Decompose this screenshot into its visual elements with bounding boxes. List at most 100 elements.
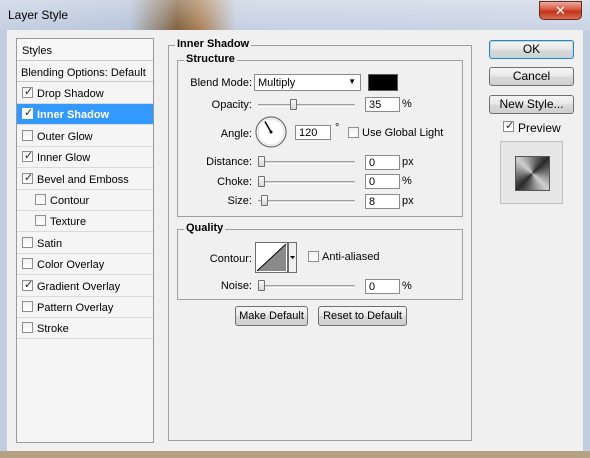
blending-options-item[interactable]: Blending Options: Default — [17, 61, 153, 82]
use-global-light-label: Use Global Light — [362, 127, 444, 139]
opacity-slider-thumb[interactable] — [289, 99, 297, 110]
distance-slider-track[interactable] — [258, 161, 355, 164]
choke-slider-thumb[interactable] — [258, 176, 265, 187]
style-item[interactable]: ✓ Inner Glow — [17, 147, 153, 169]
opacity-unit: % — [402, 98, 412, 110]
style-item-label: Drop Shadow — [37, 88, 104, 100]
style-item[interactable]: Contour — [17, 190, 153, 211]
window-frame-bottom — [0, 451, 590, 458]
style-item-checkbox[interactable]: ✓ — [22, 149, 33, 163]
use-global-light-checkbox[interactable] — [348, 127, 359, 138]
window-frame-right — [583, 30, 590, 458]
opacity-slider-track[interactable] — [258, 104, 355, 107]
anti-aliased-label: Anti-aliased — [322, 251, 380, 263]
style-item-label: Inner Glow — [37, 152, 91, 165]
checkmark-icon: ✓ — [24, 277, 34, 291]
style-item[interactable]: ✓ Drop Shadow — [17, 83, 153, 104]
structure-title: Structure — [184, 53, 237, 65]
size-slider-thumb[interactable] — [260, 195, 268, 206]
style-item-checkbox[interactable] — [22, 258, 33, 270]
style-item-checkbox[interactable] — [35, 215, 46, 227]
ok-button[interactable]: OK — [489, 40, 574, 59]
contour-label: Contour: — [209, 253, 252, 265]
new-style-button[interactable]: New Style... — [489, 95, 574, 114]
angle-dial[interactable] — [254, 115, 288, 149]
style-preview-swatch — [515, 156, 550, 191]
inner-shadow-group: Inner Shadow Structure Blend Mode: Multi… — [168, 38, 472, 441]
layer-style-dialog: Layer Style ✕ Styles Blending Options: D… — [0, 0, 590, 458]
noise-slider-thumb[interactable] — [258, 280, 265, 291]
checkmark-icon: ✓ — [505, 119, 515, 132]
chevron-down-icon: ▼ — [348, 77, 356, 86]
noise-input[interactable]: 0 — [365, 279, 400, 294]
style-item[interactable]: Satin — [17, 233, 153, 254]
style-item-label: Gradient Overlay — [37, 280, 121, 293]
style-item[interactable]: Stroke — [17, 318, 153, 340]
style-item[interactable]: Pattern Overlay — [17, 297, 153, 318]
opacity-input[interactable]: 35 — [365, 97, 400, 112]
styles-header[interactable]: Styles — [17, 39, 153, 61]
blend-mode-select[interactable]: Multiply ▼ — [254, 74, 361, 91]
preview-label: Preview — [518, 121, 561, 135]
style-item[interactable]: Color Overlay — [17, 254, 153, 276]
inner-shadow-title: Inner Shadow — [175, 38, 252, 50]
size-label: Size: — [227, 195, 252, 207]
style-item-label: Outer Glow — [37, 130, 93, 143]
style-item[interactable]: ✓ Bevel and Emboss — [17, 169, 153, 190]
size-input[interactable]: 8 — [365, 194, 400, 209]
distance-unit: px — [402, 156, 414, 168]
style-item[interactable]: ✓ Inner Shadow — [17, 104, 153, 126]
style-item[interactable]: ✓ Gradient Overlay — [17, 276, 153, 297]
angle-label: Angle: — [220, 128, 252, 140]
style-item[interactable]: Outer Glow — [17, 126, 153, 147]
angle-dial-icon — [255, 116, 287, 148]
blend-mode-label: Blend Mode: — [190, 77, 252, 89]
noise-slider-track[interactable] — [258, 285, 355, 288]
style-item-checkbox[interactable]: ✓ — [22, 277, 34, 291]
style-item-label: Color Overlay — [37, 259, 105, 272]
quality-group: Quality Contour: Anti-aliased Noise: 0 % — [177, 222, 463, 300]
shadow-color-swatch[interactable] — [368, 74, 398, 91]
close-icon: ✕ — [555, 4, 566, 19]
quality-title: Quality — [184, 222, 226, 234]
reset-to-default-button[interactable]: Reset to Default — [318, 306, 407, 326]
style-item-checkbox[interactable] — [22, 236, 33, 248]
close-button[interactable]: ✕ — [539, 1, 582, 20]
anti-aliased-checkbox[interactable] — [308, 251, 319, 262]
contour-preview-icon — [255, 242, 297, 273]
style-item-label: Pattern Overlay — [37, 302, 114, 314]
style-item-checkbox[interactable]: ✓ — [22, 170, 34, 184]
angle-input[interactable]: 120 — [295, 125, 331, 140]
style-preview — [500, 141, 563, 204]
style-item-checkbox[interactable] — [22, 129, 33, 141]
distance-slider-thumb[interactable] — [258, 156, 265, 167]
style-item-checkbox[interactable] — [22, 301, 33, 312]
angle-unit: ° — [335, 122, 340, 134]
noise-label: Noise: — [220, 280, 252, 292]
opacity-label: Opacity: — [211, 99, 252, 111]
style-item-checkbox[interactable]: ✓ — [22, 106, 33, 120]
style-item-checkbox[interactable] — [35, 194, 46, 205]
contour-picker[interactable] — [255, 242, 297, 273]
choke-input[interactable]: 0 — [365, 174, 400, 189]
window-title: Layer Style — [8, 8, 69, 22]
style-item[interactable]: Texture — [17, 211, 153, 233]
size-slider-track[interactable] — [258, 200, 355, 203]
choke-label: Choke: — [217, 176, 252, 188]
style-item-label: Stroke — [37, 323, 69, 336]
structure-group: Structure Blend Mode: Multiply ▼ Opacity… — [177, 53, 463, 217]
noise-unit: % — [402, 280, 412, 292]
preview-checkbox[interactable]: ✓ — [503, 119, 515, 132]
choke-slider-track[interactable] — [258, 181, 355, 184]
style-item-label: Satin — [37, 237, 63, 250]
make-default-button[interactable]: Make Default — [235, 306, 308, 326]
style-item-checkbox[interactable] — [22, 322, 33, 334]
title-bar[interactable]: Layer Style ✕ — [0, 0, 590, 30]
distance-input[interactable]: 0 — [365, 155, 400, 170]
choke-unit: % — [402, 175, 412, 187]
checkmark-icon: ✓ — [24, 170, 34, 184]
cancel-button[interactable]: Cancel — [489, 67, 574, 86]
size-unit: px — [402, 195, 414, 207]
style-item-checkbox[interactable]: ✓ — [22, 85, 34, 98]
checkmark-icon: ✓ — [24, 85, 34, 98]
